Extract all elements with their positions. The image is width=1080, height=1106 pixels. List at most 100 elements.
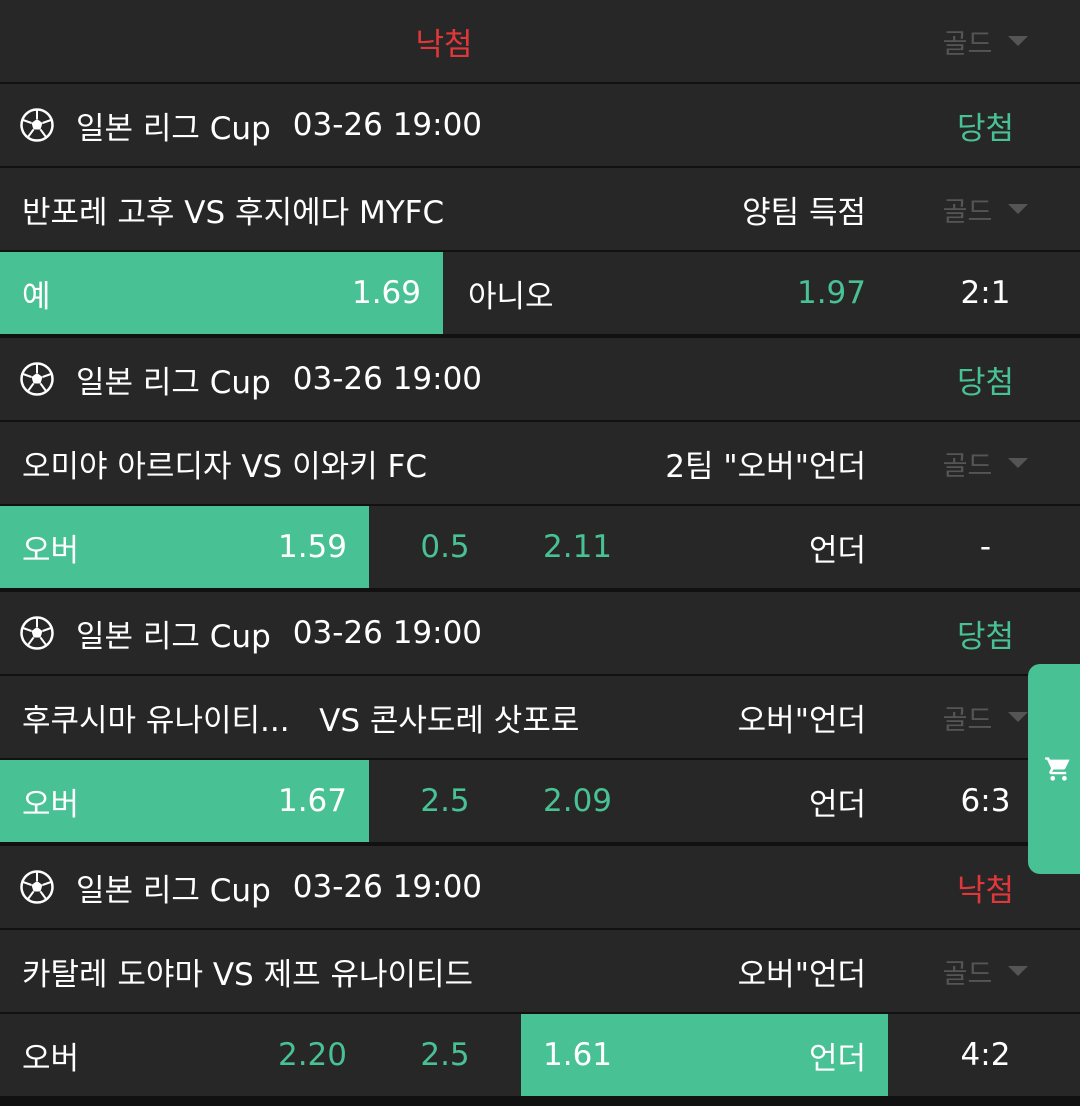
final-score: - (979, 529, 992, 565)
match-datetime: 03-26 19:00 (292, 615, 483, 651)
match-row: 카탈레 도야마 VS 제프 유나이티드 오버"언더 골드 (0, 930, 1080, 1012)
market-name: 오버"언더 (737, 702, 866, 739)
league-row: 일본 리그 Cup 03-26 19:00 당첨 (0, 338, 1080, 420)
cart-button[interactable] (1028, 664, 1080, 874)
match-info: 카탈레 도야마 VS 제프 유나이티드 오버"언더 (0, 930, 888, 1012)
gold-dropdown[interactable]: 골드 (891, 168, 1080, 250)
line-value: 0.5 (420, 529, 470, 565)
cart-icon (1045, 757, 1070, 781)
gold-dropdown[interactable]: 골드 (891, 0, 1080, 82)
under-label: 언더 (808, 1040, 866, 1077)
result-status-win: 당첨 (956, 110, 1015, 147)
result-status-win: 당첨 (956, 364, 1015, 401)
under-label: 언더 (808, 532, 866, 569)
market-name: 오버"언더 (737, 956, 866, 993)
score-cell: - (891, 506, 1080, 588)
result-cell: 당첨 (891, 338, 1080, 420)
final-score: 4:2 (960, 1037, 1011, 1073)
match-datetime: 03-26 19:00 (292, 869, 483, 905)
result-status-lose: 낙첨 (415, 26, 473, 63)
result-cell: 당첨 (891, 84, 1080, 166)
option-label: 아니오 (468, 278, 554, 315)
handicap-line: 2.5 (372, 1014, 518, 1096)
gold-dropdown-label: 골드 (942, 704, 993, 736)
match-teams: 반포레 고후 VS 후지에다 MYFC (22, 194, 445, 231)
under-odds: 2.11 (543, 529, 613, 565)
option-odds: 1.69 (351, 275, 421, 311)
chevron-down-icon (1008, 712, 1029, 722)
top-status-row: 낙첨 골드 (0, 0, 1080, 82)
result-status-win: 당첨 (956, 618, 1015, 655)
gold-dropdown-label: 골드 (942, 450, 993, 482)
chevron-down-icon (1008, 458, 1029, 468)
top-status-cell: 낙첨 (0, 0, 888, 82)
soccer-ball-icon (20, 616, 54, 650)
under-label: 언더 (808, 786, 866, 823)
match-row: 오미야 아르디자 VS 이와키 FC 2팀 "오버"언더 골드 (0, 422, 1080, 504)
league-row: 일본 리그 Cup 03-26 19:00 낙첨 (0, 846, 1080, 928)
match-datetime: 03-26 19:00 (292, 107, 483, 143)
under-option[interactable]: 2.09 언더 (521, 760, 888, 842)
league-name: 일본 리그 Cup (76, 872, 271, 909)
odds-row: 오버 1.67 2.5 2.09 언더 6:3 (0, 760, 1080, 842)
soccer-ball-icon (20, 362, 54, 396)
match-info: 후쿠시마 유나이티... VS 콘사도레 삿포로 오버"언더 (0, 676, 888, 758)
over-odds: 1.67 (277, 783, 347, 819)
under-option[interactable]: 2.11 언더 (521, 506, 888, 588)
league-name: 일본 리그 Cup (76, 110, 271, 147)
league-row: 일본 리그 Cup 03-26 19:00 당첨 (0, 84, 1080, 166)
league-info: 일본 리그 Cup 03-26 19:00 (0, 338, 888, 420)
league-name: 일본 리그 Cup (76, 618, 271, 655)
under-odds: 2.09 (543, 783, 613, 819)
score-cell: 4:2 (891, 1014, 1080, 1096)
over-option[interactable]: 오버 2.20 (0, 1014, 369, 1096)
match-datetime: 03-26 19:00 (292, 361, 483, 397)
handicap-line: 0.5 (372, 506, 518, 588)
under-option-selected[interactable]: 1.61 언더 (521, 1014, 888, 1096)
line-value: 2.5 (420, 1037, 470, 1073)
gold-dropdown[interactable]: 골드 (891, 930, 1080, 1012)
option-label: 예 (22, 278, 51, 315)
odds-row: 오버 2.20 2.5 1.61 언더 4:2 (0, 1014, 1080, 1096)
score-cell: 2:1 (891, 252, 1080, 334)
match-teams: 후쿠시마 유나이티... VS 콘사도레 삿포로 (22, 702, 580, 739)
final-score: 6:3 (960, 783, 1011, 819)
league-name: 일본 리그 Cup (76, 364, 271, 401)
gold-dropdown[interactable]: 골드 (891, 422, 1080, 504)
match-row: 후쿠시마 유나이티... VS 콘사도레 삿포로 오버"언더 골드 (0, 676, 1080, 758)
odds-row: 예 1.69 아니오 1.97 2:1 (0, 252, 1080, 334)
result-cell: 당첨 (891, 592, 1080, 674)
gold-dropdown-label: 골드 (942, 196, 993, 228)
odds-option[interactable]: 아니오 1.97 (446, 252, 888, 334)
league-row: 일본 리그 Cup 03-26 19:00 당첨 (0, 592, 1080, 674)
over-option-selected[interactable]: 오버 1.59 (0, 506, 369, 588)
odds-row: 오버 1.59 0.5 2.11 언더 - (0, 506, 1080, 588)
chevron-down-icon (1008, 204, 1029, 214)
odds-option-selected[interactable]: 예 1.69 (0, 252, 443, 334)
handicap-line: 2.5 (372, 760, 518, 842)
result-status-lose: 낙첨 (956, 872, 1015, 909)
option-odds: 1.97 (796, 275, 866, 311)
market-name: 양팀 득점 (742, 194, 866, 231)
over-label: 오버 (22, 1040, 80, 1077)
match-row: 반포레 고후 VS 후지에다 MYFC 양팀 득점 골드 (0, 168, 1080, 250)
soccer-ball-icon (20, 870, 54, 904)
chevron-down-icon (1008, 36, 1029, 46)
league-info: 일본 리그 Cup 03-26 19:00 (0, 592, 888, 674)
final-score: 2:1 (960, 275, 1011, 311)
over-odds: 1.59 (277, 529, 347, 565)
match-teams: 카탈레 도야마 VS 제프 유나이티드 (22, 956, 474, 993)
match-info: 반포레 고후 VS 후지에다 MYFC 양팀 득점 (0, 168, 888, 250)
market-name: 2팀 "오버"언더 (665, 448, 866, 485)
soccer-ball-icon (20, 108, 54, 142)
gold-dropdown-label: 골드 (942, 958, 993, 990)
over-odds: 2.20 (277, 1037, 347, 1073)
under-odds: 1.61 (543, 1037, 613, 1073)
chevron-down-icon (1008, 966, 1029, 976)
over-label: 오버 (22, 786, 80, 823)
match-teams: 오미야 아르디자 VS 이와키 FC (22, 448, 427, 485)
gold-dropdown-label: 골드 (942, 28, 993, 60)
over-option-selected[interactable]: 오버 1.67 (0, 760, 369, 842)
over-label: 오버 (22, 532, 80, 569)
league-info: 일본 리그 Cup 03-26 19:00 (0, 846, 888, 928)
